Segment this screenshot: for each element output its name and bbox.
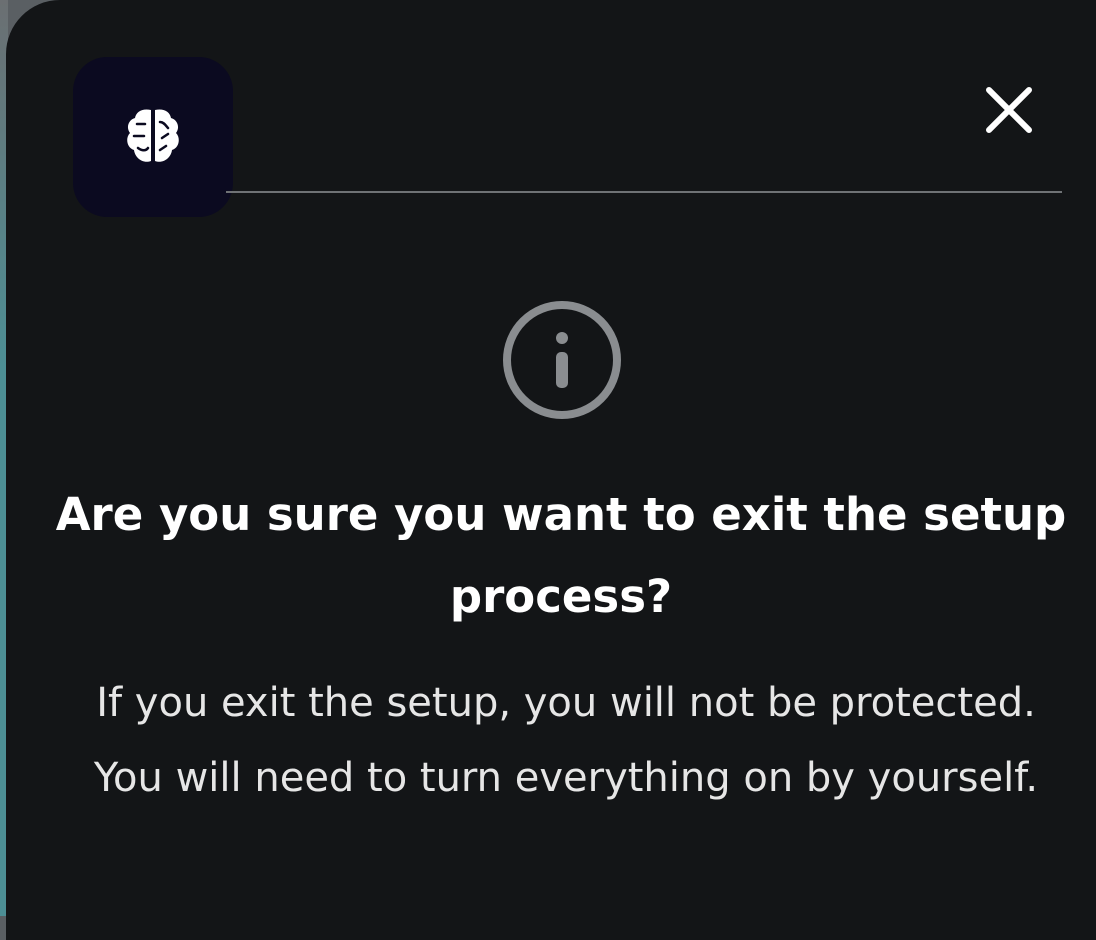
exit-setup-dialog: Are you sure you want to exit the setup … <box>6 0 1096 940</box>
brain-icon <box>127 109 179 162</box>
info-icon <box>503 301 621 419</box>
dialog-message: If you exit the setup, you will not be p… <box>93 680 1039 801</box>
app-logo <box>73 57 233 217</box>
dialog-title: Are you sure you want to exit the setup … <box>55 488 1067 623</box>
header-divider <box>226 191 1062 193</box>
close-icon <box>986 87 1032 133</box>
close-button[interactable] <box>984 85 1034 135</box>
